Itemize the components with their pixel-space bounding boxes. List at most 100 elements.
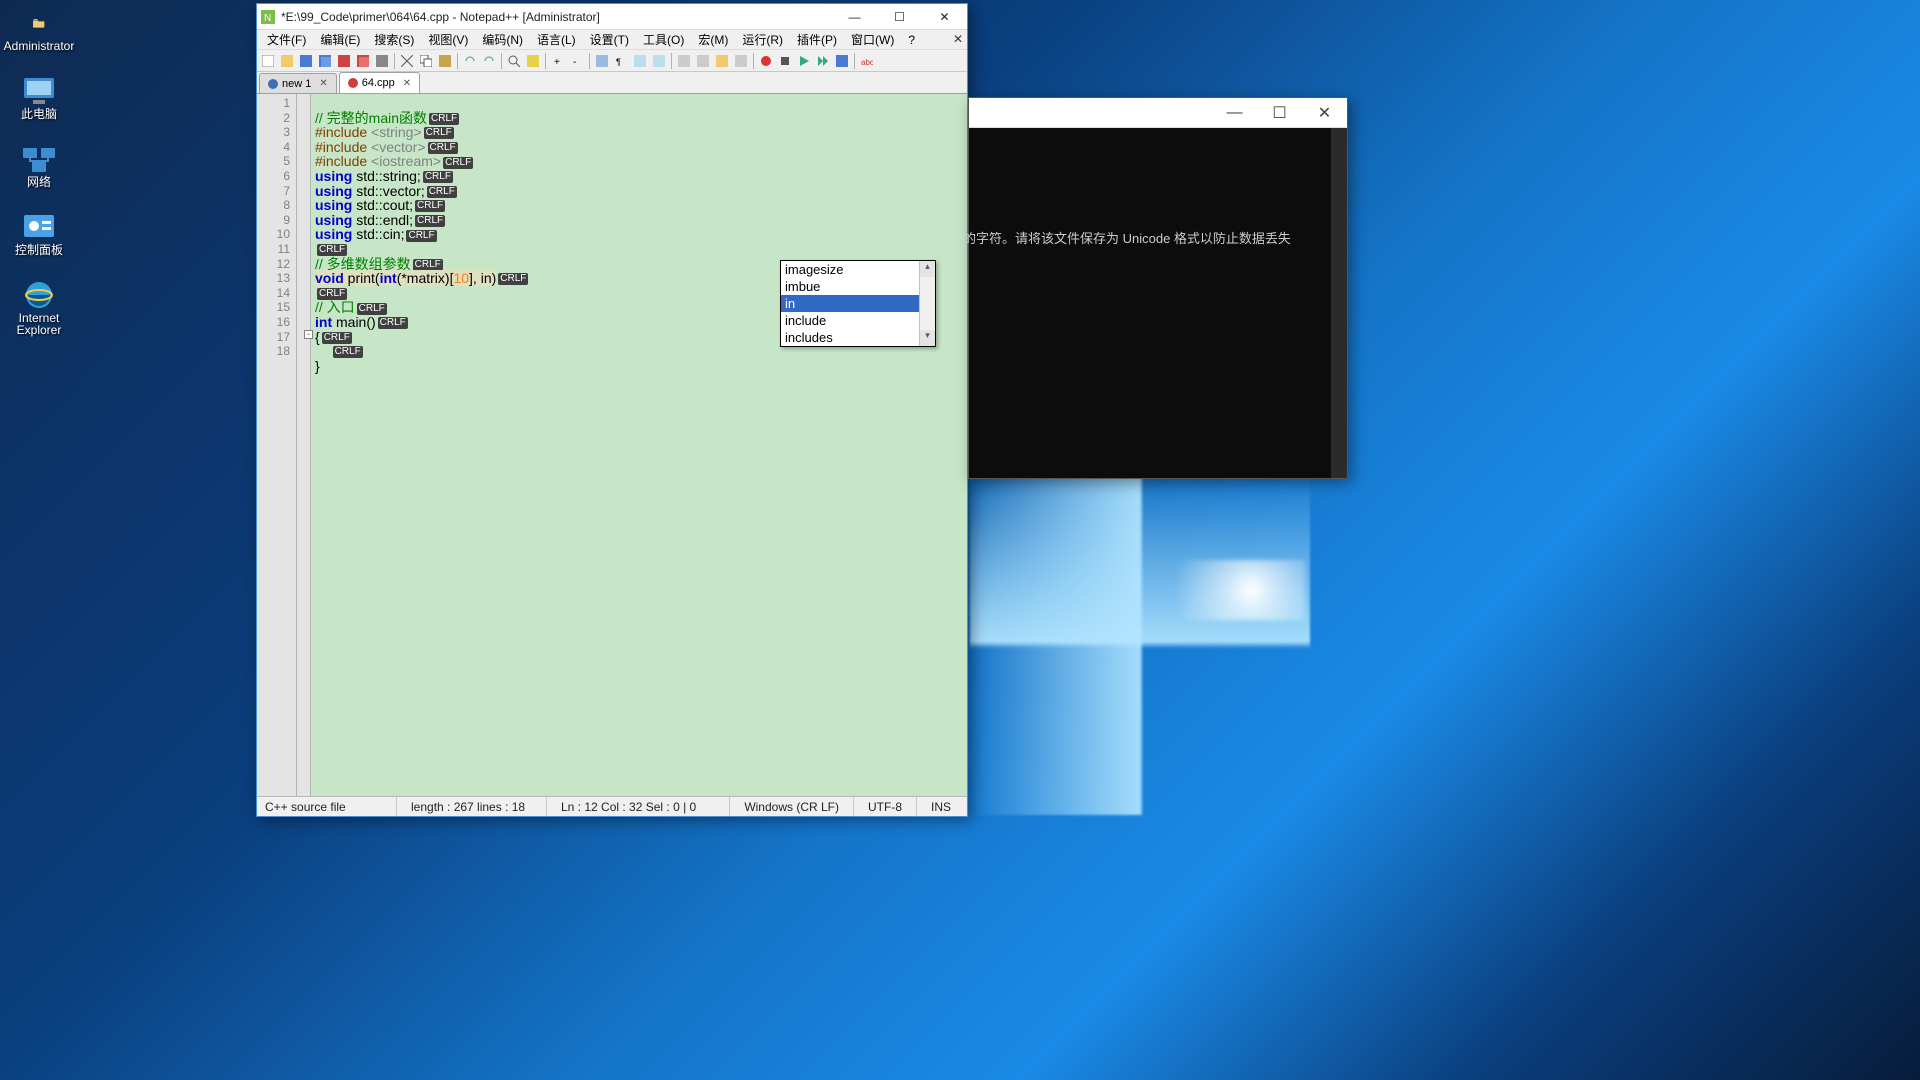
menu-file[interactable]: 文件(F) xyxy=(261,29,312,50)
console-close-button[interactable]: ✕ xyxy=(1302,98,1347,128)
tab-close-icon[interactable]: ✕ xyxy=(319,78,327,89)
tb-replace[interactable] xyxy=(524,52,542,70)
menu-run[interactable]: 运行(R) xyxy=(736,29,789,50)
autocomplete-list[interactable]: imagesize imbue in include includes xyxy=(781,261,919,346)
autocomplete-item-selected[interactable]: in xyxy=(781,295,919,312)
scroll-up-icon[interactable]: ▴ xyxy=(920,261,935,277)
tb-wordwrap[interactable] xyxy=(593,52,611,70)
fold-column[interactable] xyxy=(297,94,311,796)
desktop-icon-control-panel[interactable]: 控制面板 xyxy=(0,206,78,274)
statusbar: C++ source file length : 267 lines : 18 … xyxy=(257,796,967,816)
tb-find[interactable] xyxy=(505,52,523,70)
menu-macro[interactable]: 宏(M) xyxy=(692,29,734,50)
console-scrollbar[interactable] xyxy=(1331,128,1347,478)
tb-undo[interactable] xyxy=(461,52,479,70)
menu-encoding[interactable]: 编码(N) xyxy=(476,29,529,50)
desktop-icon-label: Administrator xyxy=(4,40,75,52)
tb-open[interactable] xyxy=(278,52,296,70)
tb-folding[interactable] xyxy=(650,52,668,70)
status-length: length : 267 lines : 18 xyxy=(397,797,547,816)
menu-tools[interactable]: 工具(O) xyxy=(637,29,690,50)
code-area[interactable]: // 完整的main函数CRLF #include <string>CRLF #… xyxy=(311,94,967,796)
console-maximize-button[interactable]: ☐ xyxy=(1257,98,1302,128)
tb-paste[interactable] xyxy=(436,52,454,70)
maximize-button[interactable]: ☐ xyxy=(877,4,922,30)
menu-plugins[interactable]: 插件(P) xyxy=(791,29,843,50)
tb-zoomout[interactable]: - xyxy=(568,52,586,70)
tb-redo[interactable] xyxy=(480,52,498,70)
svg-text:N: N xyxy=(264,13,271,24)
menu-help[interactable]: ? xyxy=(902,31,921,49)
status-eol[interactable]: Windows (CR LF) xyxy=(730,797,854,816)
tb-play[interactable] xyxy=(795,52,813,70)
tb-saveall[interactable] xyxy=(316,52,334,70)
tb-cut[interactable] xyxy=(398,52,416,70)
tb-zoomin[interactable]: + xyxy=(549,52,567,70)
menu-window[interactable]: 窗口(W) xyxy=(845,29,900,50)
desktop-icon-ie[interactable]: Internet Explorer xyxy=(0,274,78,342)
tb-docmap[interactable] xyxy=(675,52,693,70)
line-gutter: 123456789101112131415161718 xyxy=(257,94,297,796)
autocomplete-scrollbar[interactable]: ▴ ▾ xyxy=(919,261,935,346)
svg-text:abc: abc xyxy=(861,58,873,67)
control-panel-icon xyxy=(19,210,59,244)
console-minimize-button[interactable]: — xyxy=(1212,98,1257,128)
autocomplete-item[interactable]: imbue xyxy=(781,278,919,295)
tb-print[interactable] xyxy=(373,52,391,70)
file-tab-64cpp[interactable]: 64.cpp ✕ xyxy=(339,72,420,93)
desktop-icon-label: 此电脑 xyxy=(21,108,57,120)
tb-new[interactable] xyxy=(259,52,277,70)
tb-record[interactable] xyxy=(757,52,775,70)
tb-save[interactable] xyxy=(297,52,315,70)
minimize-button[interactable]: — xyxy=(832,4,877,30)
console-titlebar[interactable]: — ☐ ✕ xyxy=(969,98,1347,128)
desktop-icons: Administrator 此电脑 网络 控制面板 Internet Explo… xyxy=(0,2,80,342)
console-message: 的字符。请将该文件保存为 Unicode 格式以防止数据丢失 xyxy=(963,228,1329,247)
tab-label: 64.cpp xyxy=(362,77,395,89)
tb-savemacro[interactable] xyxy=(833,52,851,70)
status-encoding[interactable]: UTF-8 xyxy=(854,797,917,816)
autocomplete-item[interactable]: imagesize xyxy=(781,261,919,278)
tb-close[interactable] xyxy=(335,52,353,70)
desktop-icon-this-pc[interactable]: 此电脑 xyxy=(0,70,78,138)
menu-settings[interactable]: 设置(T) xyxy=(584,29,635,50)
tab-close-icon[interactable]: ✕ xyxy=(403,78,411,89)
file-tab-new1[interactable]: new 1 ✕ xyxy=(259,73,337,93)
tb-indent[interactable] xyxy=(631,52,649,70)
tb-spellcheck[interactable]: abc xyxy=(858,52,876,70)
autocomplete-item[interactable]: includes xyxy=(781,329,919,346)
menu-edit[interactable]: 编辑(E) xyxy=(314,29,366,50)
console-window: — ☐ ✕ 的字符。请将该文件保存为 Unicode 格式以防止数据丢失 xyxy=(968,97,1348,479)
ie-icon xyxy=(19,278,59,312)
window-title: *E:\99_Code\primer\064\64.cpp - Notepad+… xyxy=(279,10,832,24)
console-body[interactable]: 的字符。请将该文件保存为 Unicode 格式以防止数据丢失 xyxy=(969,128,1347,478)
titlebar[interactable]: N *E:\99_Code\primer\064\64.cpp - Notepa… xyxy=(257,4,967,30)
tb-playmulti[interactable] xyxy=(814,52,832,70)
menu-view[interactable]: 视图(V) xyxy=(422,29,474,50)
tb-allchars[interactable]: ¶ xyxy=(612,52,630,70)
scroll-down-icon[interactable]: ▾ xyxy=(920,330,935,346)
tb-stop[interactable] xyxy=(776,52,794,70)
notepadpp-window: N *E:\99_Code\primer\064\64.cpp - Notepa… xyxy=(256,3,968,817)
close-button[interactable]: ✕ xyxy=(922,4,967,30)
tb-folder[interactable] xyxy=(713,52,731,70)
tb-closeall[interactable] xyxy=(354,52,372,70)
status-ins[interactable]: INS xyxy=(917,797,967,816)
menu-search[interactable]: 搜索(S) xyxy=(368,29,420,50)
desktop-icon-network[interactable]: 网络 xyxy=(0,138,78,206)
network-icon xyxy=(19,142,59,176)
doc-close-button[interactable]: ✕ xyxy=(953,32,963,46)
editor[interactable]: 123456789101112131415161718 // 完整的main函数… xyxy=(257,94,967,796)
tb-funclist[interactable] xyxy=(694,52,712,70)
fold-toggle[interactable]: - xyxy=(304,330,313,339)
desktop-icon-label: Internet Explorer xyxy=(0,312,78,336)
tb-monitor[interactable] xyxy=(732,52,750,70)
autocomplete-popup: imagesize imbue in include includes ▴ ▾ xyxy=(780,260,936,347)
desktop-icon-label: 网络 xyxy=(27,176,51,188)
menu-language[interactable]: 语言(L) xyxy=(531,29,582,50)
menubar: 文件(F) 编辑(E) 搜索(S) 视图(V) 编码(N) 语言(L) 设置(T… xyxy=(257,30,967,50)
computer-icon xyxy=(19,74,59,108)
autocomplete-item[interactable]: include xyxy=(781,312,919,329)
tb-copy[interactable] xyxy=(417,52,435,70)
desktop-icon-administrator[interactable]: Administrator xyxy=(0,2,78,70)
